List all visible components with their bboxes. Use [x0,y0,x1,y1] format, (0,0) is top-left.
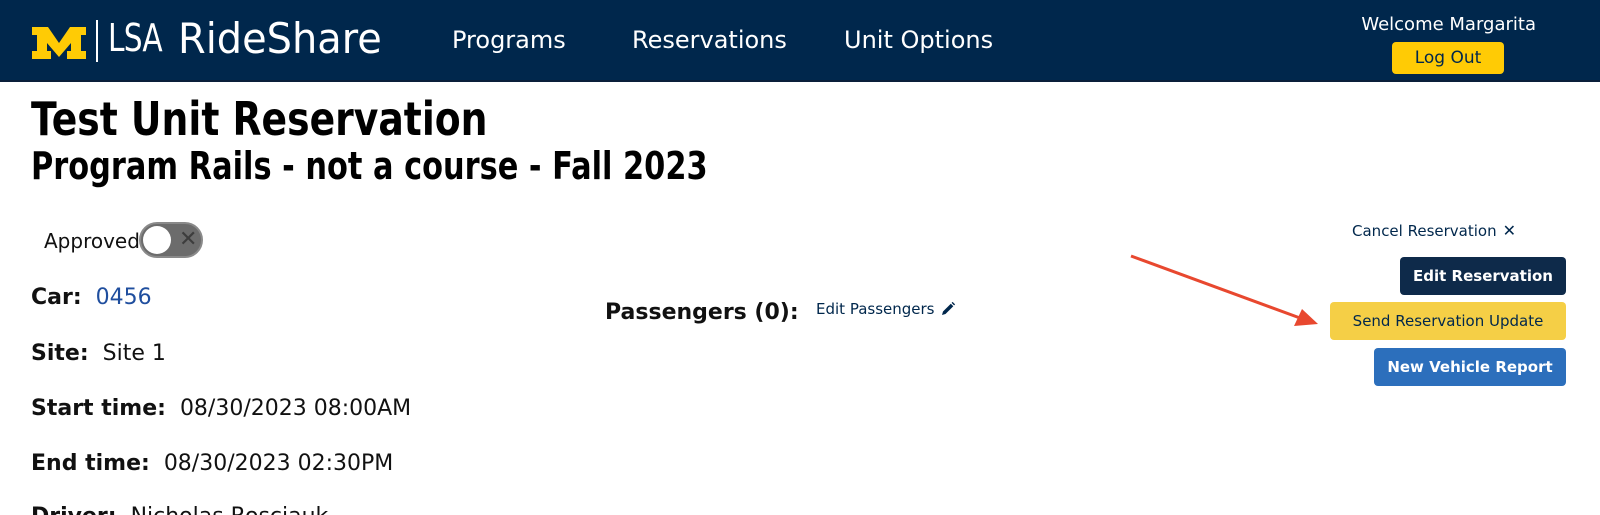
detail-end-time: End time: 08/30/2023 02:30PM [31,451,393,476]
send-reservation-update-button[interactable]: Send Reservation Update [1330,302,1566,340]
cancel-reservation-label: Cancel Reservation [1352,221,1497,240]
header-divider [0,80,1600,82]
x-icon: ✕ [179,227,198,252]
car-link[interactable]: 0456 [96,285,152,310]
pencil-icon [942,301,956,315]
driver-value: Nicholas Rosciauk [131,504,329,515]
start-time-value: 08/30/2023 08:00AM [179,396,412,421]
detail-driver: Driver: Nicholas Rosciauk [31,504,328,515]
new-vehicle-report-button[interactable]: New Vehicle Report [1374,348,1566,386]
edit-passengers-link[interactable]: Edit Passengers [816,300,956,318]
lsa-wordmark: LSA [108,16,163,60]
driver-label: Driver: [31,504,117,515]
nav-programs[interactable]: Programs [452,26,566,54]
end-time-value: 08/30/2023 02:30PM [163,451,394,476]
logo-divider [96,20,98,62]
detail-car: Car: 0456 [31,285,152,310]
page-title: Test Unit Reservation [31,92,488,146]
approved-label: Approved [44,229,140,253]
nav-unit-options[interactable]: Unit Options [844,26,993,54]
cancel-reservation-link[interactable]: Cancel Reservation ✕ [1352,221,1516,240]
start-time-label: Start time: [31,396,166,421]
block-m-icon [32,27,86,59]
end-time-label: End time: [31,451,150,476]
approved-toggle[interactable]: ✕ [139,222,203,258]
edit-passengers-label: Edit Passengers [816,300,935,318]
edit-reservation-button[interactable]: Edit Reservation [1400,257,1566,295]
nav-reservations[interactable]: Reservations [632,26,787,54]
detail-start-time: Start time: 08/30/2023 08:00AM [31,396,411,421]
passengers-heading: Passengers (0): [605,300,799,325]
toggle-knob [143,226,171,254]
detail-site: Site: Site 1 [31,341,166,366]
app-title[interactable]: RideShare [178,14,382,63]
page-subtitle: Program Rails - not a course - Fall 2023 [31,144,708,188]
close-icon: ✕ [1502,221,1516,240]
block-m-logo[interactable] [30,22,88,62]
site-label: Site: [31,341,89,366]
site-value: Site 1 [102,341,166,366]
car-label: Car: [31,285,82,310]
logout-button[interactable]: Log Out [1392,42,1504,74]
welcome-text: Welcome Margarita [1361,14,1536,35]
